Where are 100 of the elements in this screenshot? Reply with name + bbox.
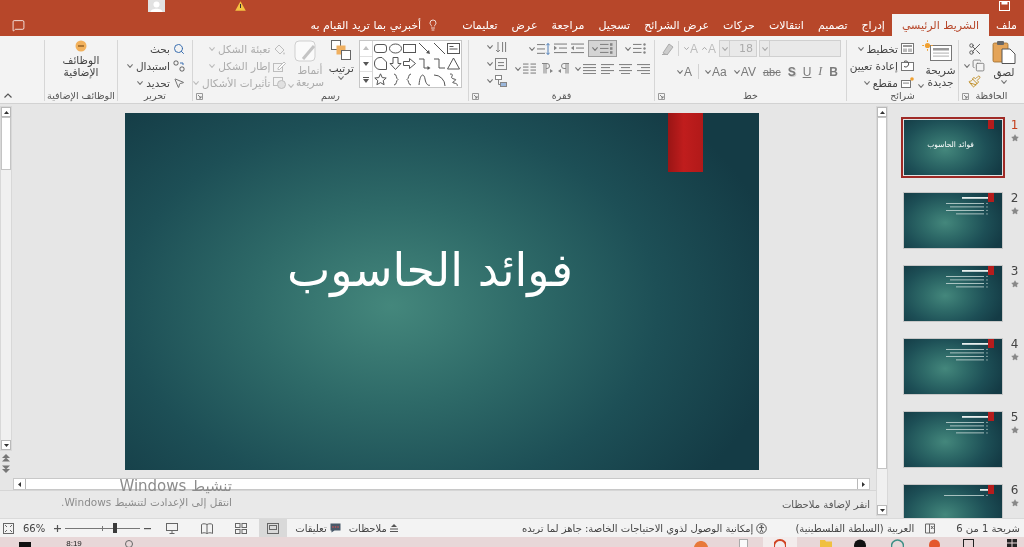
oval-icon[interactable]	[388, 42, 402, 56]
comment-icon[interactable]	[12, 18, 25, 32]
new-slide-button[interactable]: شريحة جديدة	[918, 40, 956, 88]
document-icon[interactable]	[738, 539, 748, 547]
scroll-up-icon[interactable]	[3, 110, 9, 114]
freeform-scribble-icon[interactable]	[447, 72, 461, 86]
slide-option-button[interactable]: مقطع	[863, 74, 914, 91]
increase-indent-icon[interactable]	[554, 43, 567, 54]
text-direction-icon[interactable]	[495, 41, 507, 53]
task-view-icon[interactable]	[962, 539, 974, 547]
ring-icon[interactable]	[890, 539, 904, 547]
vertical-scrollbar[interactable]	[0, 106, 12, 451]
circle-app-icon[interactable]	[854, 539, 866, 547]
scissors-icon[interactable]	[967, 42, 982, 56]
ribbon-tab[interactable]: عرض	[504, 14, 545, 36]
save-icon[interactable]	[999, 1, 1010, 11]
align-text-icon[interactable]	[495, 58, 507, 70]
right-to-left-icon[interactable]	[558, 63, 570, 74]
tell-me-field[interactable]: أخبرني بما تريد القيام به	[310, 14, 440, 36]
down-arrow-icon[interactable]	[388, 57, 402, 71]
slide-thumbnail[interactable]	[901, 336, 1005, 397]
ribbon-tab[interactable]: انتقالات	[761, 14, 811, 36]
align-left-icon[interactable]	[601, 63, 614, 74]
copy-icon[interactable]	[972, 59, 985, 72]
editing-button[interactable]: تحديد	[137, 74, 185, 91]
view-button[interactable]	[259, 519, 288, 537]
add-ins-button[interactable]: الوظائف الإضافية	[54, 40, 108, 78]
comments-button[interactable]: تعليقات	[295, 519, 341, 537]
notification-icon[interactable]	[19, 539, 31, 547]
arc-icon[interactable]	[432, 72, 446, 86]
scroll-down-icon[interactable]	[3, 443, 9, 447]
windows-logo-icon[interactable]	[1007, 539, 1017, 547]
slide-thumbnail[interactable]	[901, 482, 1005, 518]
smartart-icon[interactable]	[495, 75, 507, 87]
scroll-down-icon[interactable]	[363, 62, 369, 66]
triangle-icon[interactable]	[447, 57, 461, 71]
scroll-up-icon[interactable]	[879, 110, 885, 114]
dialog-launcher-icon[interactable]	[658, 92, 665, 100]
previous-slide-icon[interactable]	[2, 454, 10, 462]
ribbon-tab[interactable]: عرض الشرائح	[637, 14, 717, 36]
fit-to-window-icon[interactable]	[3, 522, 14, 534]
numbering-button[interactable]	[588, 40, 617, 57]
editing-button[interactable]: بحث	[150, 40, 185, 57]
circle-outline-icon[interactable]	[125, 539, 133, 547]
paintbrush-icon[interactable]	[968, 75, 981, 88]
align-right-icon[interactable]	[637, 63, 650, 74]
app-icon[interactable]	[694, 539, 708, 547]
left-to-right-icon[interactable]	[541, 63, 553, 74]
next-slide-icon[interactable]	[2, 465, 10, 473]
right-arrow-icon[interactable]	[403, 57, 417, 71]
ribbon-tab[interactable]: إدراج	[854, 14, 892, 36]
star-icon	[1010, 280, 1019, 288]
scrollbar-thumb[interactable]	[877, 117, 887, 469]
ribbon-tab[interactable]: ملف	[989, 14, 1024, 36]
line-spacing-icon[interactable]	[537, 42, 550, 55]
elbow-arrow-icon[interactable]	[417, 57, 431, 71]
ribbon-tab[interactable]: حركات	[716, 14, 762, 36]
notes-button[interactable]: ملاحظات	[348, 519, 398, 537]
editing-button[interactable]: استبدال	[126, 57, 185, 74]
collapse-ribbon-icon[interactable]	[4, 93, 12, 98]
clear-formatting-icon[interactable]	[660, 42, 674, 55]
curve-icon[interactable]	[417, 72, 431, 86]
scroll-down-icon[interactable]	[879, 508, 885, 512]
slide-option-button[interactable]: إعادة تعيين	[849, 57, 914, 74]
vertical-scrollbar[interactable]	[876, 106, 888, 516]
dialog-launcher-icon[interactable]	[962, 92, 969, 100]
arrow-line-icon[interactable]	[417, 42, 431, 56]
line-icon[interactable]	[432, 42, 446, 56]
slider-thumb[interactable]	[113, 523, 118, 533]
slide-thumbnail[interactable]	[901, 409, 1005, 470]
zoom-in-icon[interactable]	[54, 524, 62, 532]
more-shapes-icon[interactable]	[363, 76, 369, 83]
slide-option-button[interactable]: تخطيط	[857, 40, 914, 57]
align-center-icon[interactable]	[619, 63, 632, 74]
rectangle-icon[interactable]	[403, 42, 417, 56]
text-box-icon[interactable]	[447, 42, 461, 56]
scroll-left-icon[interactable]	[18, 481, 21, 487]
justify-icon[interactable]	[583, 63, 596, 74]
ribbon-tab[interactable]: تسجيل	[591, 14, 638, 36]
scroll-right-icon[interactable]	[862, 481, 865, 487]
active-app-tile[interactable]	[763, 537, 797, 547]
scrollbar-thumb[interactable]	[1, 117, 11, 170]
dialog-launcher-icon[interactable]	[196, 92, 203, 100]
accessibility-button[interactable]: إمكانية الوصول لذوي الاحتياجات الخاصة: جاهز لما تريده	[522, 519, 768, 537]
star-icon[interactable]	[373, 72, 387, 86]
ribbon-tab[interactable]: تصميم	[810, 14, 855, 36]
ribbon-tab[interactable]: مراجعة	[544, 14, 592, 36]
snipped-shape-icon[interactable]	[373, 57, 387, 71]
decrease-indent-icon[interactable]	[571, 43, 584, 54]
slide-thumbnail[interactable]	[901, 263, 1005, 324]
dialog-launcher-icon[interactable]	[472, 92, 479, 100]
spell-check-icon[interactable]	[925, 522, 937, 534]
rounded-rectangle-icon[interactable]	[373, 42, 387, 56]
arrange-button[interactable]: ترتيب	[326, 40, 356, 80]
ribbon-tab[interactable]: تعليمات	[455, 14, 505, 36]
zoom-level[interactable]: 66%	[23, 522, 46, 534]
browser-icon[interactable]	[928, 539, 940, 547]
slide-thumbnail[interactable]	[901, 190, 1005, 251]
ribbon-tab[interactable]: الشريط الرئيسي	[891, 14, 990, 36]
paste-button[interactable]: لصق	[988, 40, 1020, 84]
